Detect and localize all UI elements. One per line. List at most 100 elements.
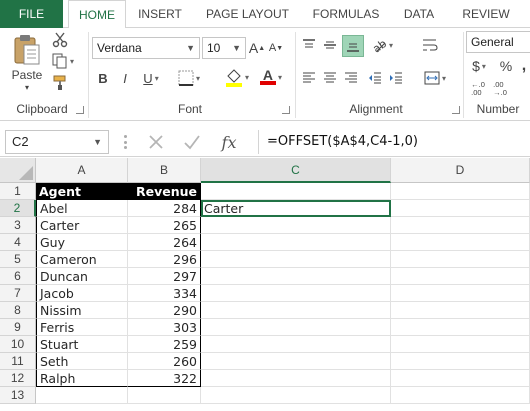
row-header-5[interactable]: 5 — [0, 251, 36, 268]
cell-b12[interactable]: 322 — [128, 370, 201, 387]
cell-a5[interactable]: Cameron — [36, 251, 128, 268]
cell-d11[interactable] — [391, 353, 530, 370]
tab-file[interactable]: FILE — [0, 0, 63, 28]
cell-d1[interactable] — [391, 183, 530, 200]
font-name-select[interactable]: Verdana ▼ — [92, 37, 200, 59]
cell-b13[interactable] — [128, 387, 201, 404]
cell-a9[interactable]: Ferris — [36, 319, 128, 336]
cut-icon[interactable] — [50, 31, 70, 49]
borders-button[interactable]: ▾ — [172, 68, 206, 88]
row-header-4[interactable]: 4 — [0, 234, 36, 251]
row-header-7[interactable]: 7 — [0, 285, 36, 302]
copy-icon[interactable]: ▾ — [50, 52, 76, 70]
cell-c12[interactable] — [201, 370, 391, 387]
align-right-icon[interactable] — [342, 68, 360, 88]
cell-a13[interactable] — [36, 387, 128, 404]
top-align-icon[interactable] — [300, 35, 318, 55]
cell-a1[interactable]: Agent — [36, 183, 128, 200]
cell-c9[interactable] — [201, 319, 391, 336]
increase-indent-icon[interactable] — [387, 68, 405, 88]
insert-function-button[interactable]: fx — [214, 130, 244, 154]
cell-d13[interactable] — [391, 387, 530, 404]
decrease-font-size-button[interactable]: A ▼ — [268, 37, 284, 59]
column-header-b[interactable]: B — [128, 158, 201, 183]
cell-c1[interactable] — [201, 183, 391, 200]
cell-b2[interactable]: 284 — [128, 200, 201, 217]
currency-button[interactable]: $ ▾ — [468, 56, 490, 76]
tab-formulas[interactable]: FORMULAS — [305, 0, 387, 28]
enter-entry-button[interactable] — [178, 130, 206, 154]
paste-label[interactable]: Paste — [10, 68, 44, 82]
cell-b5[interactable]: 296 — [128, 251, 201, 268]
drag-handle-icon[interactable] — [124, 135, 128, 149]
row-header-10[interactable]: 10 — [0, 336, 36, 353]
cell-d12[interactable] — [391, 370, 530, 387]
tab-page-layout[interactable]: PAGE LAYOUT — [195, 0, 300, 28]
cell-b8[interactable]: 290 — [128, 302, 201, 319]
row-header-12[interactable]: 12 — [0, 370, 36, 387]
tab-insert[interactable]: INSERT — [131, 0, 189, 28]
format-painter-icon[interactable] — [50, 74, 70, 92]
tab-home[interactable]: HOME — [68, 0, 126, 29]
cell-d4[interactable] — [391, 234, 530, 251]
cell-a3[interactable]: Carter — [36, 217, 128, 234]
tab-data[interactable]: DATA — [393, 0, 445, 28]
increase-font-size-button[interactable]: A ▲ — [249, 37, 265, 59]
increase-decimal-button[interactable]: ←.0 .00 — [468, 78, 488, 100]
align-left-icon[interactable] — [300, 68, 318, 88]
merge-center-icon[interactable]: ▾ — [420, 68, 450, 88]
italic-button[interactable]: I — [116, 68, 134, 88]
cell-d5[interactable] — [391, 251, 530, 268]
row-header-9[interactable]: 9 — [0, 319, 36, 336]
cell-a10[interactable]: Stuart — [36, 336, 128, 353]
paste-dropdown-chevron-icon[interactable]: ▾ — [10, 82, 44, 92]
alignment-launcher-icon[interactable] — [452, 106, 460, 114]
tab-review[interactable]: REVIEW — [452, 0, 520, 28]
font-size-select[interactable]: 10 ▼ — [202, 37, 246, 59]
cell-a6[interactable]: Duncan — [36, 268, 128, 285]
wrap-text-icon[interactable] — [420, 35, 440, 55]
cell-c5[interactable] — [201, 251, 391, 268]
decrease-indent-icon[interactable] — [366, 68, 384, 88]
row-header-13[interactable]: 13 — [0, 387, 36, 404]
row-header-3[interactable]: 3 — [0, 217, 36, 234]
cell-d3[interactable] — [391, 217, 530, 234]
column-header-a[interactable]: A — [36, 158, 128, 183]
cell-a4[interactable]: Guy — [36, 234, 128, 251]
cell-c7[interactable] — [201, 285, 391, 302]
font-launcher-icon[interactable] — [282, 106, 290, 114]
name-box[interactable]: C2 ▼ — [5, 130, 109, 154]
cell-c10[interactable] — [201, 336, 391, 353]
row-header-11[interactable]: 11 — [0, 353, 36, 370]
row-header-2[interactable]: 2 — [0, 200, 36, 217]
cell-c11[interactable] — [201, 353, 391, 370]
cell-c6[interactable] — [201, 268, 391, 285]
cell-c2[interactable]: Carter — [201, 200, 391, 217]
row-header-1[interactable]: 1 — [0, 183, 36, 200]
cancel-entry-button[interactable] — [142, 130, 170, 154]
decrease-decimal-button[interactable]: .00 →.0 — [490, 78, 510, 100]
row-header-6[interactable]: 6 — [0, 268, 36, 285]
underline-button[interactable]: U ▾ — [138, 68, 164, 88]
cell-b1[interactable]: Revenue — [128, 183, 201, 200]
cell-a12[interactable]: Ralph — [36, 370, 128, 387]
cell-a7[interactable]: Jacob — [36, 285, 128, 302]
cell-d6[interactable] — [391, 268, 530, 285]
cell-d2[interactable] — [391, 200, 530, 217]
percent-button[interactable]: % — [498, 56, 514, 76]
cell-b3[interactable]: 265 — [128, 217, 201, 234]
cell-c3[interactable] — [201, 217, 391, 234]
cell-b10[interactable]: 259 — [128, 336, 201, 353]
cell-d8[interactable] — [391, 302, 530, 319]
clipboard-launcher-icon[interactable] — [76, 106, 84, 114]
cell-d10[interactable] — [391, 336, 530, 353]
font-color-button[interactable]: A ▾ — [256, 66, 286, 88]
cell-d7[interactable] — [391, 285, 530, 302]
column-header-c[interactable]: C — [201, 158, 391, 183]
cell-a11[interactable]: Seth — [36, 353, 128, 370]
row-header-8[interactable]: 8 — [0, 302, 36, 319]
middle-align-icon[interactable] — [321, 35, 339, 55]
cell-a8[interactable]: Nissim — [36, 302, 128, 319]
cell-b4[interactable]: 264 — [128, 234, 201, 251]
orientation-icon[interactable]: ab ▾ — [368, 35, 396, 55]
